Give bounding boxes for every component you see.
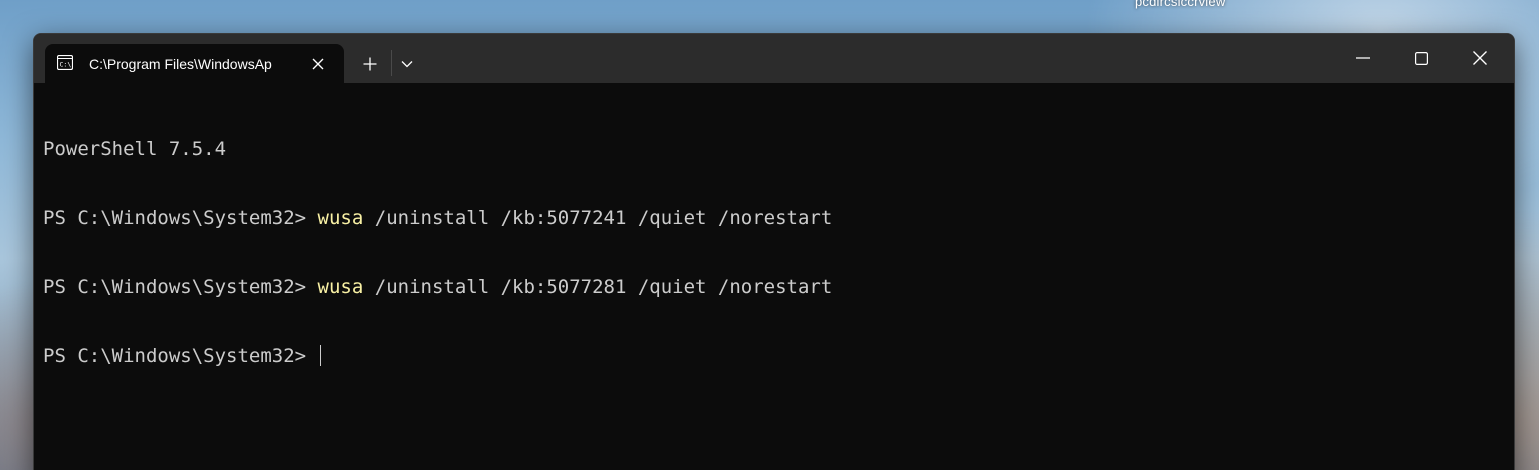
tab-close-icon[interactable] — [307, 53, 329, 75]
banner-text: PowerShell 7.5.4 — [43, 138, 227, 160]
text-cursor — [319, 345, 321, 366]
maximize-icon[interactable] — [1398, 42, 1444, 74]
minimize-icon[interactable] — [1340, 42, 1386, 74]
plus-icon[interactable] — [357, 51, 383, 77]
terminal-window: C:\ C:\Program Files\WindowsAp PowerShel… — [33, 33, 1515, 470]
history-line: PS C:\Windows\System32> wusa /uninstall … — [43, 276, 832, 299]
history-line: PS C:\Windows\System32> wusa /uninstall … — [43, 207, 832, 230]
terminal-output[interactable]: PowerShell 7.5.4 PS C:\Windows\System32>… — [34, 83, 1514, 470]
command-text: wusa — [317, 276, 364, 298]
tab-separator — [391, 50, 392, 76]
close-icon[interactable] — [1457, 42, 1503, 74]
command-args: /uninstall /kb:5077281 /quiet /norestart — [363, 276, 833, 298]
command-args: /uninstall /kb:5077241 /quiet /norestart — [363, 207, 833, 229]
prompt-text: PS C:\Windows\System32> — [43, 345, 318, 367]
banner-line: PowerShell 7.5.4 — [43, 138, 832, 161]
cmd-icon: C:\ — [56, 54, 74, 71]
tab-active[interactable]: C:\ C:\Program Files\WindowsAp — [45, 44, 344, 83]
svg-text:C:\: C:\ — [60, 61, 72, 69]
active-prompt-line[interactable]: PS C:\Windows\System32> — [43, 345, 832, 368]
prompt-text: PS C:\Windows\System32> — [43, 207, 318, 229]
chevron-down-icon[interactable] — [396, 51, 418, 77]
title-bar[interactable]: C:\ C:\Program Files\WindowsAp — [34, 34, 1514, 83]
desktop-label: pcdircsiccrview — [1135, 0, 1226, 9]
command-text: wusa — [317, 207, 364, 229]
prompt-text: PS C:\Windows\System32> — [43, 276, 318, 298]
tab-title: C:\Program Files\WindowsAp — [89, 56, 272, 72]
